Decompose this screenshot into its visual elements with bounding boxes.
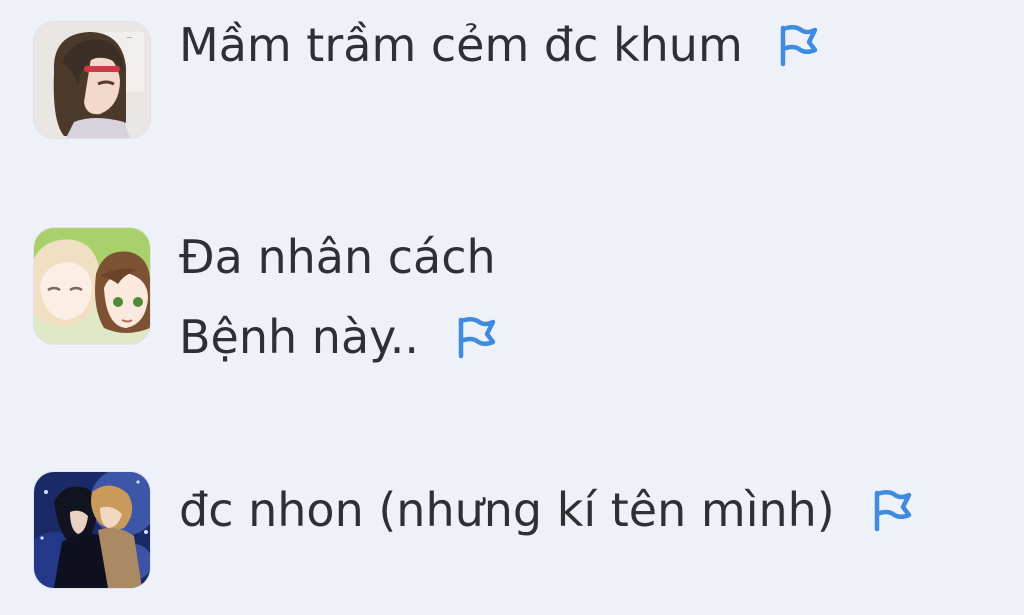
anime-girl-avatar-icon[interactable]: ~	[34, 22, 150, 138]
anime-night-avatar-icon[interactable]	[34, 472, 150, 588]
comment-item: Đa nhân cách Bệnh này..	[34, 228, 497, 377]
comment-text: Đa nhân cách Bệnh này..	[179, 217, 497, 377]
comment-line: đc nhon (nhưng kí tên mình)	[179, 483, 835, 537]
comment-item: ~ Mầm trầm cẻm đc khum	[34, 18, 819, 138]
comment-line: Đa nhân cách	[179, 230, 496, 284]
report-flag-icon[interactable]	[775, 22, 819, 68]
comment-line: Mầm trầm cẻm đc khum	[179, 18, 743, 72]
anime-couple-avatar-icon[interactable]	[34, 228, 150, 344]
comment-text: Mầm trầm cẻm đc khum	[179, 5, 819, 85]
comment-line: Bệnh này..	[179, 310, 420, 364]
comment-item: đc nhon (nhưng kí tên mình)	[34, 472, 913, 588]
svg-text:~: ~	[126, 33, 133, 42]
report-flag-icon[interactable]	[869, 487, 913, 533]
comment-text: đc nhon (nhưng kí tên mình)	[179, 470, 913, 550]
report-flag-icon[interactable]	[453, 314, 497, 360]
